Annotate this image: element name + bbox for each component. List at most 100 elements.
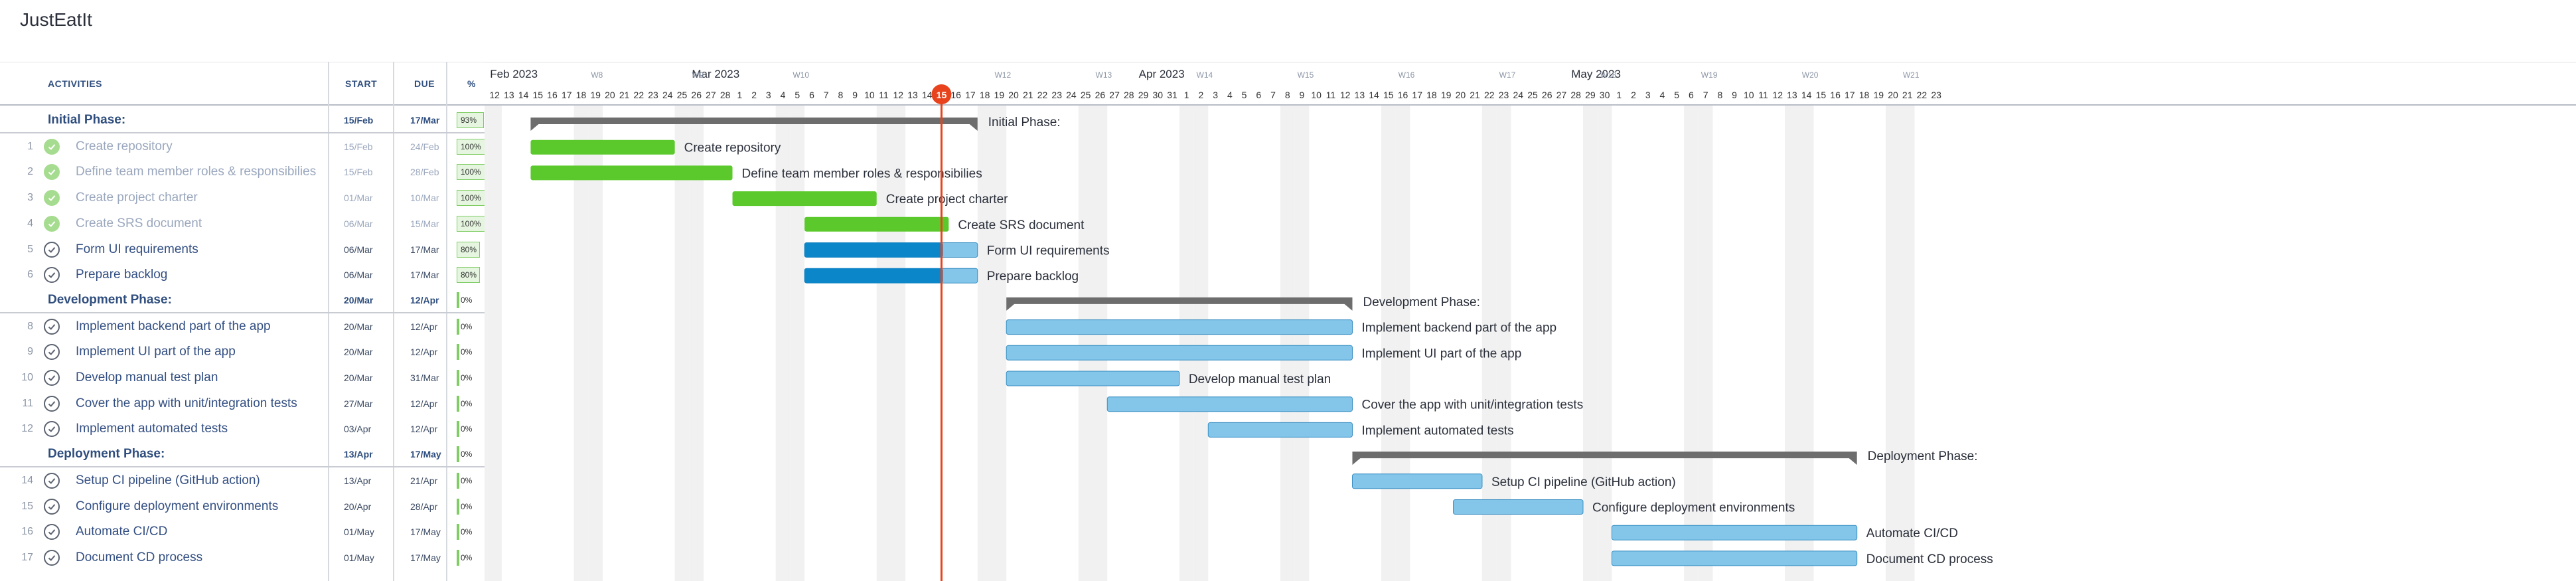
task-name[interactable]: Configure deployment environments	[76, 499, 278, 514]
phase-name[interactable]: Initial Phase:	[48, 113, 125, 127]
task-row[interactable]: 5 Form UI requirements 06/Mar 17/Mar 80%	[0, 237, 485, 262]
completed-check-icon[interactable]	[44, 215, 60, 232]
task-name[interactable]: Cover the app with unit/integration test…	[76, 396, 297, 411]
completed-check-icon[interactable]	[44, 138, 60, 155]
due-date[interactable]: 12/Apr	[410, 347, 437, 357]
task-row[interactable]: 11 Cover the app with unit/integration te…	[0, 391, 485, 416]
start-date[interactable]: 27/Mar	[344, 398, 373, 409]
start-date[interactable]: 20/Mar	[344, 321, 373, 332]
due-date[interactable]: 17/Mar	[410, 244, 439, 255]
due-date[interactable]: 12/Apr	[410, 321, 437, 332]
day-label: 5	[1674, 90, 1679, 100]
start-date[interactable]: 01/May	[344, 527, 374, 537]
start-date[interactable]: 15/Feb	[344, 167, 373, 177]
start-date[interactable]: 03/Apr	[344, 424, 371, 434]
task-row[interactable]: 6 Prepare backlog 06/Mar 17/Mar 80%	[0, 262, 485, 288]
open-check-icon[interactable]	[44, 524, 60, 540]
open-check-icon[interactable]	[44, 241, 60, 258]
due-date[interactable]: 12/Apr	[410, 398, 437, 409]
task-bar-label: Deployment Phase:	[1868, 450, 1978, 463]
due-date[interactable]: 24/Feb	[410, 141, 439, 152]
due-date[interactable]: 12/Apr	[410, 424, 437, 434]
completed-check-icon[interactable]	[44, 164, 60, 181]
due-date[interactable]: 17/Mar	[410, 270, 439, 280]
open-check-icon[interactable]	[44, 344, 60, 361]
task-name[interactable]: Setup CI pipeline (GitHub action)	[76, 473, 260, 488]
start-date[interactable]: 20/Mar	[344, 295, 373, 305]
start-date[interactable]: 20/Apr	[344, 501, 371, 512]
due-date[interactable]: 21/Apr	[410, 475, 437, 486]
task-row[interactable]: 3 Create project charter 01/Mar 10/Mar 100%	[0, 185, 486, 210]
task-name[interactable]: Create SRS document	[76, 216, 202, 231]
open-check-icon[interactable]	[44, 498, 60, 515]
day-label: 19	[994, 90, 1005, 100]
start-date[interactable]: 20/Mar	[344, 373, 373, 383]
completed-check-icon[interactable]	[44, 190, 60, 207]
progress-fill	[457, 421, 459, 438]
task-row[interactable]: 8 Implement backend part of the app 20/Mar…	[0, 314, 485, 339]
phase-row[interactable]: Deployment Phase: 13/Apr 17/May 0%	[0, 442, 485, 468]
task-row[interactable]: 9 Implement UI part of the app 20/Mar 12/Ap…	[0, 339, 485, 365]
column-header-start[interactable]: START	[345, 62, 377, 106]
start-date[interactable]: 01/Mar	[344, 193, 373, 203]
open-check-icon[interactable]	[44, 395, 60, 412]
task-bar-progress	[804, 268, 943, 284]
due-date[interactable]: 17/May	[410, 552, 441, 563]
start-date[interactable]: 06/Mar	[344, 218, 373, 229]
progress-fill	[457, 549, 459, 566]
task-name[interactable]: Define team member roles & responsibilie…	[76, 165, 316, 179]
task-name[interactable]: Prepare backlog	[76, 268, 167, 282]
due-date[interactable]: 15/Mar	[410, 218, 439, 229]
task-row[interactable]: 16 Automate CI/CD 01/May 17/May 0%	[0, 519, 485, 544]
due-date[interactable]: 31/Mar	[410, 373, 439, 383]
start-date[interactable]: 01/May	[344, 552, 374, 563]
task-name[interactable]: Document CD process	[76, 550, 202, 565]
task-row[interactable]: 10 Develop manual test plan 20/Mar 31/Mar 0%	[0, 365, 485, 390]
row-number: 2	[27, 166, 33, 178]
task-name[interactable]: Create project charter	[76, 191, 198, 205]
task-name[interactable]: Implement backend part of the app	[76, 319, 271, 334]
due-date[interactable]: 17/May	[410, 527, 441, 537]
task-name[interactable]: Automate CI/CD	[76, 525, 167, 539]
phase-row[interactable]: Initial Phase: 15/Feb 17/Mar 93%	[0, 108, 485, 133]
start-date[interactable]: 13/Apr	[344, 449, 373, 459]
due-date[interactable]: 12/Apr	[410, 295, 439, 305]
open-check-icon[interactable]	[44, 549, 60, 566]
due-date[interactable]: 10/Mar	[410, 193, 439, 203]
open-check-icon[interactable]	[44, 370, 60, 386]
task-row[interactable]: 17 Document CD process 01/May 17/May 0%	[0, 545, 485, 570]
task-name[interactable]: Implement automated tests	[76, 422, 228, 436]
task-row[interactable]: 15 Configure deployment environments 20/Ap…	[0, 494, 485, 519]
open-check-icon[interactable]	[44, 421, 60, 438]
task-name[interactable]: Form UI requirements	[76, 242, 198, 257]
start-date[interactable]: 06/Mar	[344, 270, 373, 280]
column-header-activities[interactable]: ACTIVITIES	[48, 62, 102, 106]
column-header-percent[interactable]: %	[467, 62, 476, 106]
due-date[interactable]: 28/Feb	[410, 167, 439, 177]
task-row[interactable]: 2 Define team member roles & responsibili…	[0, 159, 486, 185]
task-row[interactable]: 12 Implement automated tests 03/Apr 12/Apr 0…	[0, 416, 485, 442]
due-date[interactable]: 17/Mar	[410, 115, 439, 125]
start-date[interactable]: 15/Feb	[344, 141, 373, 152]
phase-row[interactable]: Development Phase: 20/Mar 12/Apr 0%	[0, 288, 485, 313]
task-row[interactable]: 1 Create repository 15/Feb 24/Feb 100%	[0, 134, 486, 159]
open-check-icon[interactable]	[44, 318, 60, 335]
phase-name[interactable]: Development Phase:	[48, 293, 172, 307]
task-name[interactable]: Create repository	[76, 139, 173, 154]
phase-name[interactable]: Deployment Phase:	[48, 447, 165, 461]
due-date[interactable]: 17/May	[410, 449, 441, 459]
task-row[interactable]: 14 Setup CI pipeline (GitHub action) 13/Ap…	[0, 468, 485, 493]
due-date[interactable]: 28/Apr	[410, 501, 437, 512]
task-name[interactable]: Implement UI part of the app	[76, 345, 236, 359]
start-date[interactable]: 15/Feb	[344, 115, 373, 125]
task-row[interactable]: 4 Create SRS document 06/Mar 15/Mar 100%	[0, 211, 486, 236]
task-name[interactable]: Develop manual test plan	[76, 371, 218, 385]
open-check-icon[interactable]	[44, 472, 60, 489]
row-number: 3	[27, 192, 33, 204]
column-header-due[interactable]: DUE	[414, 62, 435, 106]
start-date[interactable]: 06/Mar	[344, 244, 373, 255]
start-date[interactable]: 20/Mar	[344, 347, 373, 357]
open-check-icon[interactable]	[44, 267, 60, 284]
start-date[interactable]: 13/Apr	[344, 475, 371, 486]
progress-badge: 0%	[457, 472, 486, 489]
